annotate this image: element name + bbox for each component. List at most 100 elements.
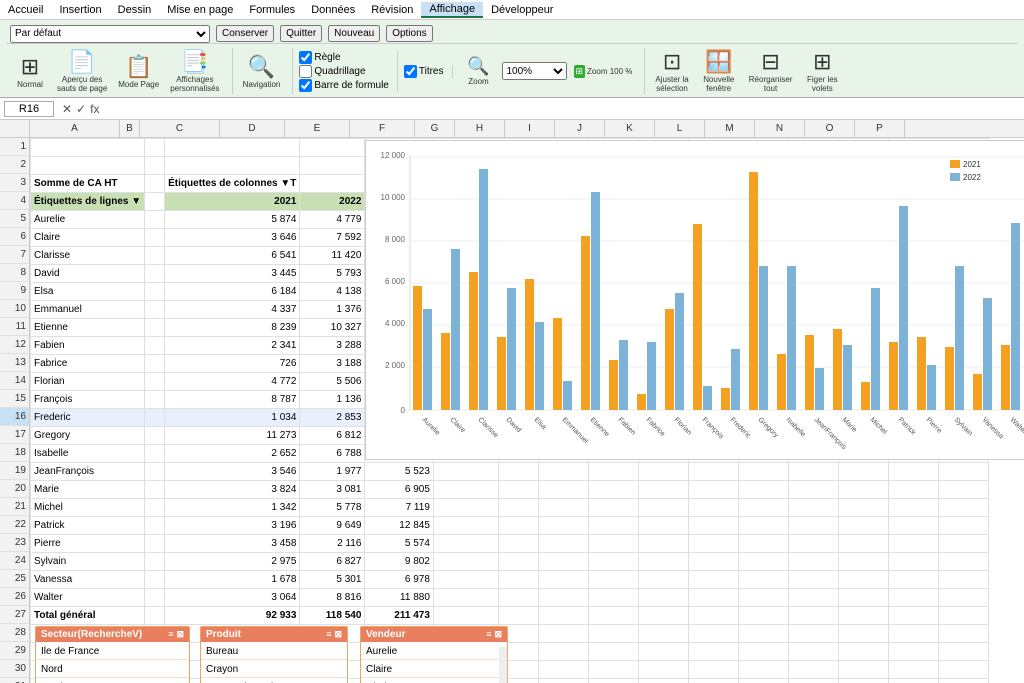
slicer-produit-list-icon[interactable]: ≡ bbox=[326, 629, 331, 640]
slicer-item[interactable]: Nord bbox=[36, 660, 189, 678]
col-header-i[interactable]: I bbox=[505, 120, 555, 137]
apercu-btn[interactable]: 📄 Aperçu dessauts de page bbox=[53, 47, 111, 95]
slicer-item[interactable]: Clarisse bbox=[361, 678, 507, 683]
conserver-button[interactable]: Conserver bbox=[216, 25, 274, 42]
mode-page-btn[interactable]: 📋 Mode Page bbox=[114, 52, 163, 91]
slicer-secteur[interactable]: Secteur(RechercheV) ≡ ⊠ Ile de France No… bbox=[35, 626, 190, 683]
col-header-d[interactable]: D bbox=[220, 120, 285, 137]
row-num-12: 12 bbox=[0, 336, 29, 354]
barre-formule-checkbox-label[interactable]: Barre de formule bbox=[299, 79, 388, 92]
slicer-produit-clear-icon[interactable]: ⊠ bbox=[334, 629, 342, 640]
slicer-scroll[interactable] bbox=[499, 647, 507, 683]
col-header-f[interactable]: F bbox=[350, 120, 415, 137]
quitter-button[interactable]: Quitter bbox=[280, 25, 322, 42]
col-header-b[interactable]: B bbox=[120, 120, 140, 137]
table-row: Walter3 0648 81611 880 bbox=[31, 589, 989, 607]
affichages-btn[interactable]: 📑 Affichagespersonnalisés bbox=[166, 47, 223, 95]
col-header-m[interactable]: M bbox=[705, 120, 755, 137]
col-header-g[interactable]: G bbox=[415, 120, 455, 137]
menu-item-mise-en-page[interactable]: Mise en page bbox=[159, 3, 241, 17]
svg-text:Gregory: Gregory bbox=[757, 416, 780, 439]
svg-text:Vanessa: Vanessa bbox=[981, 416, 1005, 440]
slicer-secteur-title: Secteur(RechercheV) bbox=[41, 629, 142, 640]
svg-text:Emmanuel: Emmanuel bbox=[561, 416, 590, 445]
barre-formule-checkbox[interactable] bbox=[299, 79, 312, 92]
cell-ref-input[interactable] bbox=[4, 101, 54, 117]
svg-text:Walter: Walter bbox=[1009, 416, 1024, 436]
insert-function-icon[interactable]: fx bbox=[90, 102, 99, 116]
titres-checkbox-label[interactable]: Titres bbox=[404, 65, 444, 78]
svg-text:4 000: 4 000 bbox=[385, 319, 406, 328]
nouveau-button[interactable]: Nouveau bbox=[328, 25, 380, 42]
slicer-item[interactable]: Ile de France bbox=[36, 642, 189, 660]
zoom-100-btn[interactable]: ⊞ Zoom 100 % bbox=[570, 63, 637, 80]
col-header-h[interactable]: H bbox=[455, 120, 505, 137]
slicer-item[interactable]: Claire bbox=[361, 660, 507, 678]
menu-item-developpeur[interactable]: Développeur bbox=[483, 3, 561, 17]
col-header-o[interactable]: O bbox=[805, 120, 855, 137]
slicer-item[interactable]: Aurelie bbox=[361, 642, 507, 660]
svg-text:2022: 2022 bbox=[963, 173, 981, 182]
slicer-vendeur-list-icon[interactable]: ≡ bbox=[486, 629, 491, 640]
figer-volets-btn[interactable]: ⊞ Figer lesvolets bbox=[802, 47, 842, 95]
formula-input[interactable] bbox=[107, 103, 1020, 115]
svg-text:Sylvain: Sylvain bbox=[953, 416, 974, 437]
slicer-produit[interactable]: Produit ≡ ⊠ Bureau Crayon Crayon de coul… bbox=[200, 626, 348, 683]
col-header-a[interactable]: A bbox=[30, 120, 120, 137]
apercu-icon: 📄 bbox=[68, 49, 95, 75]
menu-item-formules[interactable]: Formules bbox=[241, 3, 303, 17]
col-header-l[interactable]: L bbox=[655, 120, 705, 137]
affichages-icon: 📑 bbox=[181, 49, 208, 75]
col-header-p[interactable]: P bbox=[855, 120, 905, 137]
col-header-k[interactable]: K bbox=[605, 120, 655, 137]
reorganiser-btn[interactable]: ⊟ Réorganisertout bbox=[745, 47, 797, 95]
ajuster-btn[interactable]: ⊡ Ajuster lasélection bbox=[651, 47, 692, 95]
slicer-list-icon[interactable]: ≡ bbox=[168, 629, 173, 640]
menu-bar: Accueil Insertion Dessin Mise en page Fo… bbox=[0, 0, 1024, 20]
regle-checkbox-label[interactable]: Règle bbox=[299, 51, 388, 64]
slicer-clear-icon[interactable]: ⊠ bbox=[176, 629, 184, 640]
slicer-item[interactable]: Bureau bbox=[201, 642, 347, 660]
svg-text:2 000: 2 000 bbox=[385, 361, 406, 370]
row-num-22: 22 bbox=[0, 516, 29, 534]
nouvelle-fenetre-btn[interactable]: 🪟 Nouvellefenêtre bbox=[699, 47, 739, 95]
slicer-item[interactable]: Crayon bbox=[201, 660, 347, 678]
row-num-2: 2 bbox=[0, 156, 29, 174]
chart-container[interactable]: 0 2 000 4 000 6 000 8 000 10 000 12 000 bbox=[365, 140, 1024, 460]
col-header-e[interactable]: E bbox=[285, 120, 350, 137]
slicer-vendeur-clear-icon[interactable]: ⊠ bbox=[494, 629, 502, 640]
row-num-11: 11 bbox=[0, 318, 29, 336]
menu-item-revision[interactable]: Révision bbox=[363, 3, 421, 17]
navigation-btn[interactable]: 🔍 Navigation bbox=[239, 52, 285, 91]
zoom-btn[interactable]: 🔍 Zoom bbox=[459, 54, 499, 88]
svg-text:Elsa: Elsa bbox=[533, 416, 548, 431]
col-header-j[interactable]: J bbox=[555, 120, 605, 137]
quadrillage-checkbox[interactable] bbox=[299, 65, 312, 78]
zoom-select[interactable]: 100% bbox=[502, 62, 567, 80]
menu-item-donnees[interactable]: Données bbox=[303, 3, 363, 17]
slicer-item[interactable]: Crayon de couleur bbox=[201, 678, 347, 683]
formula-bar: ✕ ✓ fx bbox=[0, 98, 1024, 120]
slicer-header-icons: ≡ ⊠ bbox=[168, 629, 184, 640]
titres-checkbox[interactable] bbox=[404, 65, 417, 78]
svg-text:Etienne: Etienne bbox=[589, 416, 611, 438]
menu-item-affichage[interactable]: Affichage bbox=[421, 2, 483, 18]
col-header-n[interactable]: N bbox=[755, 120, 805, 137]
normal-btn[interactable]: ⊞ Normal bbox=[10, 52, 50, 91]
confirm-formula-icon[interactable]: ✓ bbox=[76, 102, 86, 116]
options-button[interactable]: Options bbox=[386, 25, 432, 42]
menu-item-accueil[interactable]: Accueil bbox=[0, 3, 51, 17]
nouvelle-fenetre-icon: 🪟 bbox=[705, 49, 732, 75]
svg-text:Michel: Michel bbox=[869, 416, 889, 436]
menu-item-insertion[interactable]: Insertion bbox=[51, 3, 109, 17]
regle-checkbox[interactable] bbox=[299, 51, 312, 64]
style-select[interactable]: Par défaut bbox=[10, 25, 210, 43]
slicer-secteur-header: Secteur(RechercheV) ≡ ⊠ bbox=[36, 627, 189, 642]
slicer-item[interactable]: Nord Est bbox=[36, 678, 189, 683]
quadrillage-checkbox-label[interactable]: Quadrillage bbox=[299, 65, 388, 78]
slicer-vendeur[interactable]: Vendeur ≡ ⊠ Aurelie Claire Clarisse Davi… bbox=[360, 626, 508, 683]
menu-item-dessin[interactable]: Dessin bbox=[110, 3, 160, 17]
row-num-5: 5 bbox=[0, 210, 29, 228]
cancel-formula-icon[interactable]: ✕ bbox=[62, 102, 72, 116]
col-header-c[interactable]: C bbox=[140, 120, 220, 137]
